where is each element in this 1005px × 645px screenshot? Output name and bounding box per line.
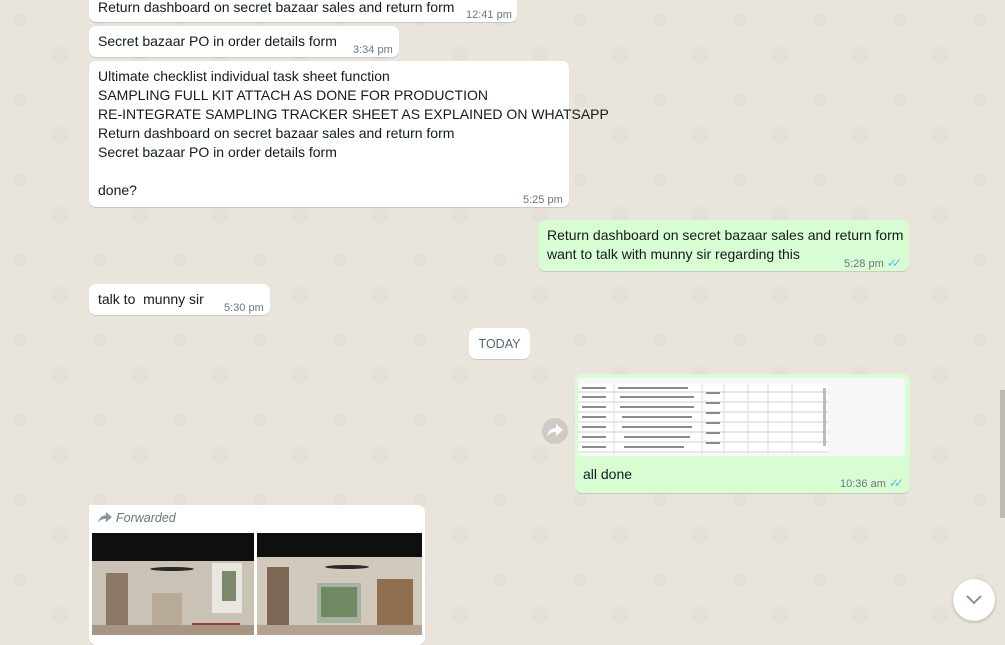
message-bubble[interactable]: Secret bazaar PO in order details form 3… [89,26,399,57]
room-photo [92,533,254,635]
message-line: done? [98,182,137,198]
forward-icon [547,424,563,437]
message-bubble[interactable]: Return dashboard on secret bazaar sales … [538,220,909,271]
message-time: 3:34 pm [353,44,393,56]
message-text: Secret bazaar PO in order details form [98,33,337,49]
room-photo [257,533,422,635]
scroll-to-bottom-button[interactable] [953,579,995,621]
message-line: RE-INTEGRATE SAMPLING TRACKER SHEET AS E… [98,106,609,122]
forwarded-label: Forwarded [98,511,176,525]
message-line: want to talk with munny sir regarding th… [547,246,800,262]
message-bubble[interactable]: talk to munny sir 5:30 pm [89,284,270,315]
message-line: Return dashboard on secret bazaar sales … [98,125,455,141]
forwarded-label-text: Forwarded [116,511,176,525]
message-time: 5:25 pm [523,194,563,206]
image-caption: all done [583,466,633,482]
photo-thumbnail[interactable] [92,533,254,635]
message-time: 10:36 am ✓✓ [840,476,904,490]
photo-thumbnail[interactable] [257,533,422,635]
message-line: Secret bazaar PO in order details form [98,144,337,160]
message-time-label: 5:28 pm [844,258,884,270]
sheet-preview-image[interactable] [578,378,905,456]
message-bubble[interactable]: Return dashboard on secret bazaar sales … [89,0,517,22]
message-text: Return dashboard on secret bazaar sales … [98,0,455,15]
forward-icon [98,512,112,524]
chat-scrollbar[interactable] [1000,390,1005,518]
message-bubble[interactable]: Ultimate checklist individual task sheet… [89,61,609,207]
message-time: 5:30 pm [224,302,264,314]
message-time: 5:28 pm ✓✓ [844,254,902,274]
date-divider: TODAY [469,328,530,359]
double-check-icon: ✓✓ [886,256,902,270]
message-time: 12:41 pm [466,9,512,21]
message-time-label: 10:36 am [840,478,886,490]
message-text: talk to munny sir [98,291,204,307]
message-line: SAMPLING FULL KIT ATTACH AS DONE FOR PRO… [98,87,488,103]
spreadsheet-thumbnail [578,378,905,456]
chevron-down-icon [966,595,982,605]
double-check-icon: ✓✓ [888,476,904,490]
message-line: Return dashboard on secret bazaar sales … [547,227,904,243]
forward-button[interactable] [542,418,568,444]
message-line: Ultimate checklist individual task sheet… [98,68,390,84]
